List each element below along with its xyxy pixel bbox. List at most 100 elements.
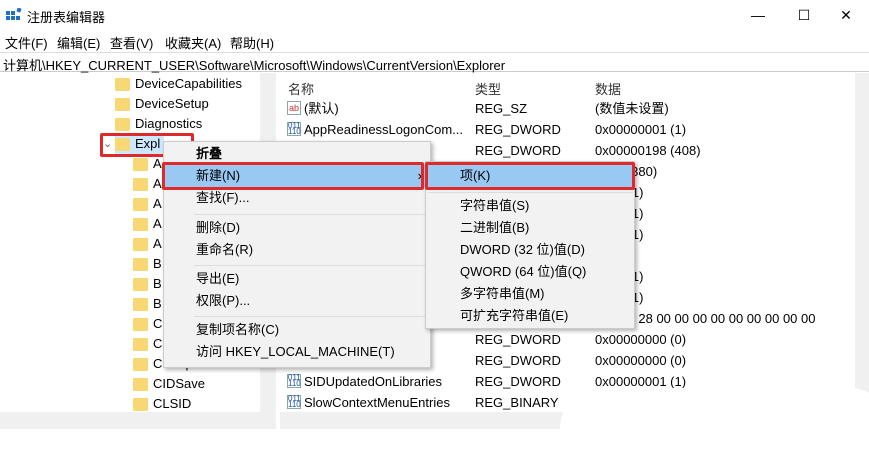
tree-item-label: CIDSave <box>153 376 206 391</box>
highlight-new <box>162 162 424 190</box>
menu-item-delete[interactable]: 删除(D) <box>196 217 240 239</box>
menu-item-export[interactable]: 导出(E) <box>196 268 239 290</box>
tree-item[interactable]: C <box>133 314 162 334</box>
tree-item[interactable]: B <box>133 274 162 294</box>
folder-icon <box>115 118 130 132</box>
folder-icon <box>133 198 148 212</box>
menu-item-string-value[interactable]: 字符串值(S) <box>460 195 529 217</box>
menu-item-multi-string-value[interactable]: 多字符串值(M) <box>460 283 545 305</box>
tree-item[interactable]: B <box>133 294 162 314</box>
menu-favorites[interactable]: 收藏夹(A) <box>165 33 221 52</box>
menu-item-find[interactable]: 查找(F)... <box>196 187 249 209</box>
folder-icon <box>133 218 148 232</box>
folder-icon <box>133 158 148 172</box>
tree-item-label: CLSID <box>153 396 192 411</box>
tree-item[interactable]: A <box>133 234 162 254</box>
tree-item-label: C <box>153 336 163 351</box>
menu-item-binary-value[interactable]: 二进制值(B) <box>460 217 529 239</box>
tree-item[interactable]: A <box>133 194 162 214</box>
tree-item-label: Diagnostics <box>135 116 203 131</box>
value-type: REG_DWORD <box>475 332 561 347</box>
tree-item[interactable]: A <box>133 174 162 194</box>
tree-horizontal-scrollbar[interactable] <box>0 412 276 429</box>
tree-item[interactable]: CIDSave <box>133 374 205 394</box>
value-type: REG_DWORD <box>475 353 561 368</box>
overlay-patch <box>560 388 869 468</box>
menu-edit[interactable]: 编辑(E) <box>57 33 100 52</box>
value-type: REG_DWORD <box>475 143 561 158</box>
tree-item[interactable]: C <box>133 334 162 354</box>
highlight-key <box>425 162 635 190</box>
column-header-data[interactable]: 数据 <box>595 79 621 98</box>
value-name: SlowContextMenuEntries <box>304 395 450 410</box>
folder-icon <box>133 278 148 292</box>
tree-item-label: B <box>153 256 162 271</box>
tree-item-label: A <box>153 196 162 211</box>
separator <box>428 192 633 193</box>
menu-item-copy-key-name[interactable]: 复制项名称(C) <box>196 319 279 341</box>
value-data: 0x00000198 (408) <box>595 143 701 158</box>
column-header-name[interactable]: 名称 <box>288 79 314 98</box>
menu-item-rename[interactable]: 重命名(R) <box>196 239 253 261</box>
menu-bar: 文件(F) 编辑(E) 查看(V) 收藏夹(A) 帮助(H) <box>0 30 869 52</box>
folder-icon <box>133 178 148 192</box>
value-data: (数值未设置) <box>595 101 669 116</box>
tree-item-label: C <box>153 316 163 331</box>
value-name: (默认) <box>304 101 339 116</box>
menu-item-dword-value[interactable]: DWORD (32 位)值(D) <box>460 239 585 261</box>
tree-item[interactable]: Diagnostics <box>115 114 202 134</box>
folder-icon <box>133 258 148 272</box>
folder-icon <box>133 358 148 372</box>
tree-item[interactable]: A <box>133 214 162 234</box>
value-type: REG_BINARY <box>475 395 559 410</box>
binary-value-icon: 011110 <box>287 373 301 388</box>
tree-item[interactable]: CLSID <box>133 394 191 414</box>
value-type: REG_DWORD <box>475 374 561 389</box>
value-data: 0x00000000 (0) <box>595 353 687 368</box>
menu-item-goto-hklm[interactable]: 访问 HKEY_LOCAL_MACHINE(T) <box>196 341 395 363</box>
regedit-app-icon <box>6 7 22 22</box>
list-row[interactable]: ab (默认) REG_SZ (数值未设置) <box>280 98 855 119</box>
column-header-type[interactable]: 类型 <box>475 79 501 98</box>
tree-item-label: A <box>153 176 162 191</box>
binary-value-icon: 011110 <box>287 394 301 409</box>
folder-icon <box>133 338 148 352</box>
window-title: 注册表编辑器 <box>27 10 106 25</box>
menu-file[interactable]: 文件(F) <box>5 33 48 52</box>
menu-item-qword-value[interactable]: QWORD (64 位)值(Q) <box>460 261 586 283</box>
title-bar: 注册表编辑器 — ☐ ✕ <box>0 0 869 30</box>
value-type: REG_DWORD <box>475 122 561 137</box>
tree-item[interactable]: DeviceSetup <box>115 94 209 114</box>
folder-icon <box>115 98 130 112</box>
address-bar[interactable]: 计算机\HKEY_CURRENT_USER\Software\Microsoft… <box>0 52 869 73</box>
tree-item-label: B <box>153 276 162 291</box>
tree-item[interactable]: DeviceCapabilities <box>115 74 242 94</box>
minimize-button[interactable]: — <box>735 0 781 30</box>
tree-item-label: B <box>153 296 162 311</box>
separator <box>194 316 430 317</box>
folder-icon <box>133 398 148 412</box>
tree-item-label: A <box>153 156 162 171</box>
folder-icon <box>115 78 130 92</box>
tree-item-label: DeviceCapabilities <box>135 76 242 91</box>
folder-icon <box>133 378 148 392</box>
value-data: 0x00000000 (0) <box>595 332 687 347</box>
tree-item[interactable]: B <box>133 254 162 274</box>
menu-help[interactable]: 帮助(H) <box>230 33 274 52</box>
tree-item-label: A <box>153 236 162 251</box>
folder-icon <box>133 238 148 252</box>
list-vertical-scrollbar[interactable] <box>855 73 869 412</box>
close-button[interactable]: ✕ <box>823 0 869 30</box>
separator <box>194 214 430 215</box>
list-row[interactable]: 011 110 AppReadinessLogonCom... REG_DWORD 0x… <box>280 119 855 140</box>
tree-item-label: A <box>153 216 162 231</box>
value-name: AppReadinessLogonCom... <box>304 122 463 137</box>
tree-item[interactable]: A <box>133 154 162 174</box>
maximize-button[interactable]: ☐ <box>781 0 827 30</box>
separator <box>194 265 430 266</box>
menu-item-expandable-string-value[interactable]: 可扩充字符串值(E) <box>460 305 568 327</box>
folder-icon <box>133 318 148 332</box>
menu-view[interactable]: 查看(V) <box>110 33 153 52</box>
menu-item-permissions[interactable]: 权限(P)... <box>196 290 250 312</box>
tree-item-label: DeviceSetup <box>135 96 209 111</box>
